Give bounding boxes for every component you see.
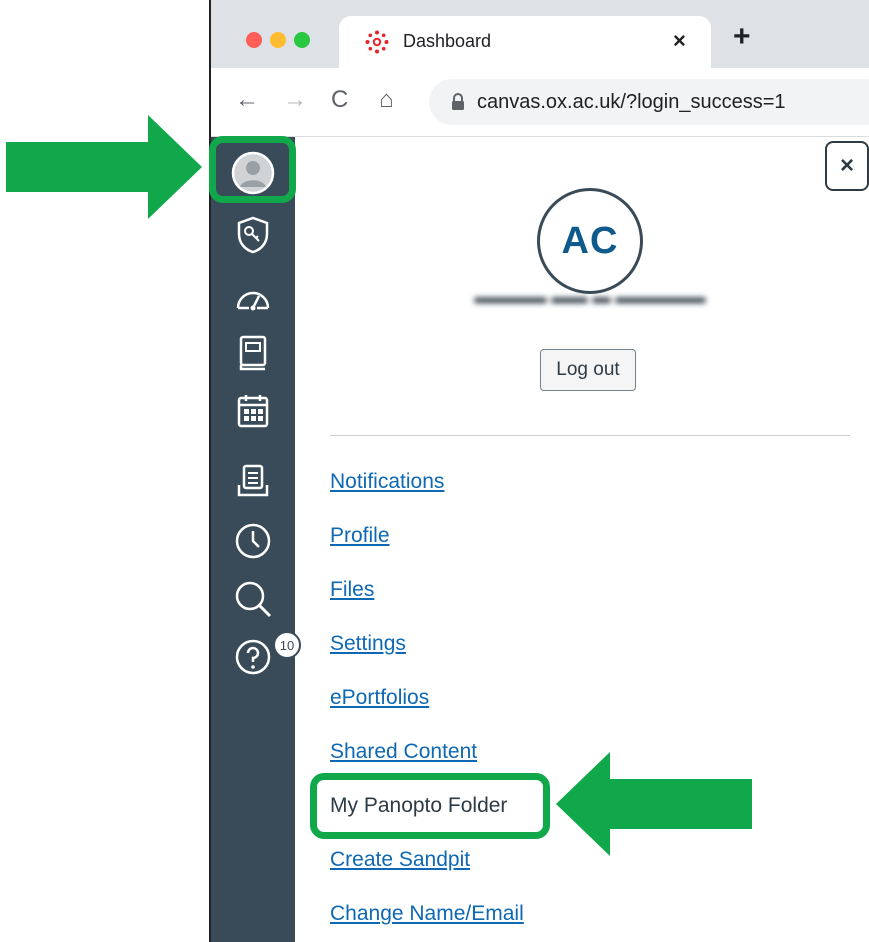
global-nav-sidebar: 10 — [211, 137, 301, 942]
window-minimize-button[interactable] — [270, 32, 286, 48]
menu-item-profile: Profile — [330, 524, 390, 548]
calendar-nav-item[interactable] — [231, 389, 275, 433]
avatar-highlight-box — [209, 136, 296, 203]
window-close-button[interactable] — [246, 32, 262, 48]
inbox-nav-item[interactable] — [231, 459, 275, 503]
tab-close-icon[interactable]: × — [673, 28, 686, 54]
menu-item-settings: Settings — [330, 632, 406, 656]
admin-shield-icon — [237, 216, 269, 254]
dashboard-icon — [236, 291, 270, 311]
user-name-blurred: ▬▬▬▬ ▬▬ ▬ ▬▬▬▬▬ — [474, 287, 706, 307]
panopto-highlight-box — [310, 773, 550, 839]
forward-icon[interactable]: → — [283, 86, 307, 114]
menu-item-files: Files — [330, 578, 374, 602]
menu-item-notifications: Notifications — [330, 470, 444, 494]
menu-item-change-name: Change Name/Email — [330, 902, 524, 926]
tab-dashboard[interactable]: Dashboard × — [339, 16, 711, 68]
courses-nav-item[interactable] — [231, 331, 275, 375]
browser-tabstrip: Dashboard × + ← → C ⌂ canvas.ox.ac.uk/?l… — [211, 0, 869, 137]
tray-divider — [330, 435, 850, 436]
new-tab-button[interactable]: + — [733, 22, 751, 52]
logout-button[interactable]: Log out — [540, 349, 636, 391]
profile-link[interactable]: Profile — [330, 524, 390, 547]
back-icon[interactable]: ← — [235, 86, 259, 114]
admin-nav-item[interactable] — [231, 213, 275, 257]
url-text: canvas.ox.ac.uk/?login_success=1 — [477, 91, 786, 113]
courses-icon — [239, 335, 267, 371]
menu-item-sandpit: Create Sandpit — [330, 848, 470, 872]
change-name-email-link[interactable]: Change Name/Email — [330, 902, 524, 925]
help-icon — [235, 639, 271, 675]
shared-content-link[interactable]: Shared Content — [330, 740, 477, 763]
clock-icon — [235, 523, 271, 559]
lock-icon — [452, 93, 464, 110]
arrow-left-icon — [556, 752, 752, 856]
history-nav-item[interactable] — [231, 519, 275, 563]
calendar-icon — [237, 395, 269, 428]
arrow-right-icon — [6, 115, 202, 219]
eportfolios-link[interactable]: ePortfolios — [330, 686, 429, 709]
menu-item-eportfolios: ePortfolios — [330, 686, 429, 710]
settings-link[interactable]: Settings — [330, 632, 406, 655]
inbox-icon — [237, 464, 269, 497]
menu-item-shared-content: Shared Content — [330, 740, 477, 764]
search-icon — [235, 581, 272, 618]
canvas-logo-icon — [365, 30, 389, 54]
address-bar[interactable]: canvas.ox.ac.uk/?login_success=1 — [429, 79, 869, 125]
tab-title: Dashboard — [403, 31, 492, 51]
reload-icon[interactable]: C — [331, 86, 348, 114]
user-initials-avatar: AC — [537, 188, 643, 294]
dashboard-nav-item[interactable] — [231, 275, 275, 319]
help-nav-item[interactable]: 10 — [231, 631, 301, 679]
search-nav-item[interactable] — [231, 577, 275, 621]
browser-toolbar: ← → C ⌂ canvas.ox.ac.uk/?login_success=1 — [211, 68, 869, 137]
notifications-link[interactable]: Notifications — [330, 470, 444, 493]
window-zoom-button[interactable] — [294, 32, 310, 48]
create-sandpit-link[interactable]: Create Sandpit — [330, 848, 470, 871]
files-link[interactable]: Files — [330, 578, 374, 601]
tray-close-button[interactable]: × — [825, 141, 869, 191]
home-icon[interactable]: ⌂ — [379, 86, 394, 114]
